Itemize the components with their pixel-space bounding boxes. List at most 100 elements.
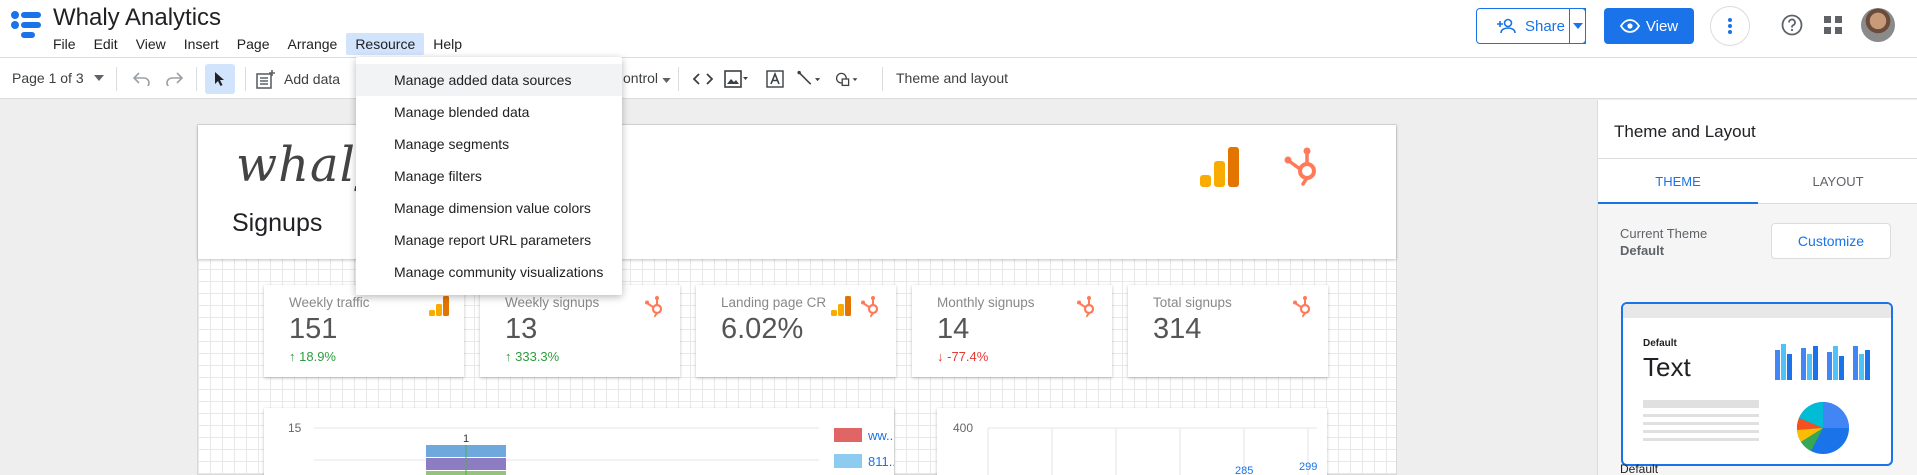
shape-tool-button[interactable] bbox=[835, 67, 859, 91]
hubspot-icon bbox=[1293, 296, 1311, 317]
divider bbox=[882, 67, 883, 91]
theme-preview-default[interactable]: Default Text bbox=[1621, 302, 1893, 466]
select-tool-button[interactable] bbox=[205, 64, 235, 94]
panel-tabs: THEME LAYOUT bbox=[1598, 158, 1917, 205]
theme-tab-content: Current Theme Default Customize Default … bbox=[1598, 204, 1917, 475]
menu-resource[interactable]: Resource bbox=[346, 33, 425, 55]
add-data-label: Add data bbox=[284, 71, 341, 87]
menu-edit[interactable]: Edit bbox=[85, 33, 127, 55]
avatar[interactable] bbox=[1861, 8, 1895, 42]
menu-item-manage-data-sources[interactable]: Manage added data sources bbox=[356, 64, 622, 96]
signups-cumulative-chart[interactable]: 400 285 299 bbox=[937, 408, 1327, 475]
scorecard-weekly-traffic[interactable]: Weekly traffic 151 ↑ 18.9% bbox=[264, 285, 464, 377]
code-icon bbox=[693, 73, 713, 85]
line-icon bbox=[797, 70, 821, 85]
more-vert-icon bbox=[1728, 18, 1732, 34]
google-analytics-icon bbox=[1200, 147, 1239, 187]
embed-url-button[interactable] bbox=[691, 67, 715, 91]
menu-file[interactable]: File bbox=[44, 33, 85, 55]
preview-line bbox=[1643, 422, 1759, 425]
signups-bar-chart[interactable]: 15 1 ww... 811... bbox=[264, 408, 900, 475]
scorecard-label: Weekly signups bbox=[505, 295, 600, 310]
menu-item-manage-segments[interactable]: Manage segments bbox=[356, 128, 622, 160]
menu-page[interactable]: Page bbox=[228, 33, 279, 55]
theme-and-layout-button[interactable]: Theme and layout bbox=[896, 70, 1008, 86]
undo-button[interactable] bbox=[130, 67, 154, 91]
current-theme-value: Default bbox=[1620, 243, 1665, 258]
preview-caption: Default bbox=[1620, 462, 1659, 475]
scorecard-value: 314 bbox=[1153, 313, 1202, 345]
theme-layout-panel: Theme and Layout THEME LAYOUT Current Th… bbox=[1597, 100, 1917, 475]
scorecard-value: 14 bbox=[937, 313, 970, 345]
scorecard-label: Weekly traffic bbox=[289, 295, 370, 310]
legend-swatch bbox=[834, 454, 862, 468]
menu-arrange[interactable]: Arrange bbox=[279, 33, 347, 55]
caret-down-icon bbox=[662, 78, 671, 83]
legend-swatch bbox=[834, 428, 862, 442]
help-icon[interactable] bbox=[1781, 14, 1803, 36]
tab-layout[interactable]: LAYOUT bbox=[1758, 159, 1917, 205]
image-icon bbox=[724, 70, 748, 88]
scorecard-change: ↑ 18.9% bbox=[289, 349, 336, 364]
tab-theme[interactable]: THEME bbox=[1598, 159, 1758, 205]
scorecard-monthly-signups[interactable]: Monthly signups 14 ↓ -77.4% bbox=[912, 285, 1112, 377]
preview-label: Default bbox=[1643, 338, 1677, 349]
data-label: 285 bbox=[1235, 465, 1253, 475]
preview-bar-chart bbox=[1775, 344, 1870, 380]
share-dropdown-button[interactable] bbox=[1569, 8, 1586, 44]
menu-item-manage-url-parameters[interactable]: Manage report URL parameters bbox=[356, 224, 622, 256]
apps-grid-icon[interactable] bbox=[1823, 15, 1843, 35]
menu-item-manage-blended-data[interactable]: Manage blended data bbox=[356, 96, 622, 128]
redo-button[interactable] bbox=[162, 67, 186, 91]
legend-label: 811... bbox=[868, 454, 894, 469]
hubspot-icon bbox=[1284, 147, 1316, 186]
page-selector[interactable]: Page 1 of 3 bbox=[12, 70, 104, 86]
menu-item-manage-dimension-colors[interactable]: Manage dimension value colors bbox=[356, 192, 622, 224]
data-label: 299 bbox=[1299, 461, 1317, 473]
add-data-icon bbox=[256, 70, 275, 89]
current-theme-label: Current Theme bbox=[1620, 226, 1708, 241]
scorecard-weekly-signups[interactable]: Weekly signups 13 ↑ 333.3% bbox=[480, 285, 680, 377]
add-data-button[interactable]: Add data bbox=[256, 69, 340, 89]
preview-line bbox=[1643, 414, 1759, 417]
menu-view[interactable]: View bbox=[127, 33, 175, 55]
redo-icon bbox=[166, 72, 183, 86]
text-box-button[interactable] bbox=[763, 67, 787, 91]
page-title[interactable]: Signups bbox=[232, 209, 322, 238]
scorecard-label: Landing page CR bbox=[721, 295, 827, 310]
share-label: Share bbox=[1524, 17, 1566, 35]
add-control-button[interactable]: ontrol bbox=[623, 70, 671, 86]
hubspot-icon bbox=[645, 296, 663, 317]
view-button[interactable]: View bbox=[1604, 8, 1694, 44]
view-label: View bbox=[1645, 17, 1679, 35]
add-person-icon bbox=[1496, 18, 1516, 34]
legend-label: ww... bbox=[867, 428, 894, 443]
pointer-icon bbox=[215, 72, 224, 86]
preview-pie-chart bbox=[1796, 402, 1849, 454]
caret-down-icon bbox=[93, 75, 104, 81]
insert-image-button[interactable] bbox=[724, 67, 748, 91]
report-title[interactable]: Whaly Analytics bbox=[53, 4, 221, 32]
scorecard-label: Total signups bbox=[1153, 295, 1232, 310]
line-tool-button[interactable] bbox=[797, 67, 821, 91]
scorecard-value: 13 bbox=[505, 313, 538, 345]
app-logo-icon[interactable] bbox=[10, 10, 44, 40]
menu-item-manage-community-viz[interactable]: Manage community visualizations bbox=[356, 256, 622, 288]
divider bbox=[196, 67, 197, 91]
scorecard-change: ↓ -77.4% bbox=[937, 349, 989, 364]
preview-text: Text bbox=[1643, 352, 1691, 382]
menu-help[interactable]: Help bbox=[424, 33, 471, 55]
preview-line bbox=[1643, 438, 1759, 441]
menu-insert[interactable]: Insert bbox=[175, 33, 228, 55]
shape-icon bbox=[835, 72, 858, 87]
menu-item-manage-filters[interactable]: Manage filters bbox=[356, 160, 622, 192]
divider bbox=[678, 67, 679, 91]
scorecard-total-signups[interactable]: Total signups 314 bbox=[1128, 285, 1328, 377]
scorecard-label: Monthly signups bbox=[937, 295, 1035, 310]
y-tick-label: 400 bbox=[953, 421, 973, 435]
more-options-button[interactable] bbox=[1710, 6, 1750, 46]
divider bbox=[245, 67, 246, 91]
app-header: Whaly Analytics File Edit View Insert Pa… bbox=[0, 0, 1917, 57]
scorecard-landing-page-cr[interactable]: Landing page CR 6.02% bbox=[696, 285, 896, 377]
customize-button[interactable]: Customize bbox=[1771, 223, 1891, 259]
